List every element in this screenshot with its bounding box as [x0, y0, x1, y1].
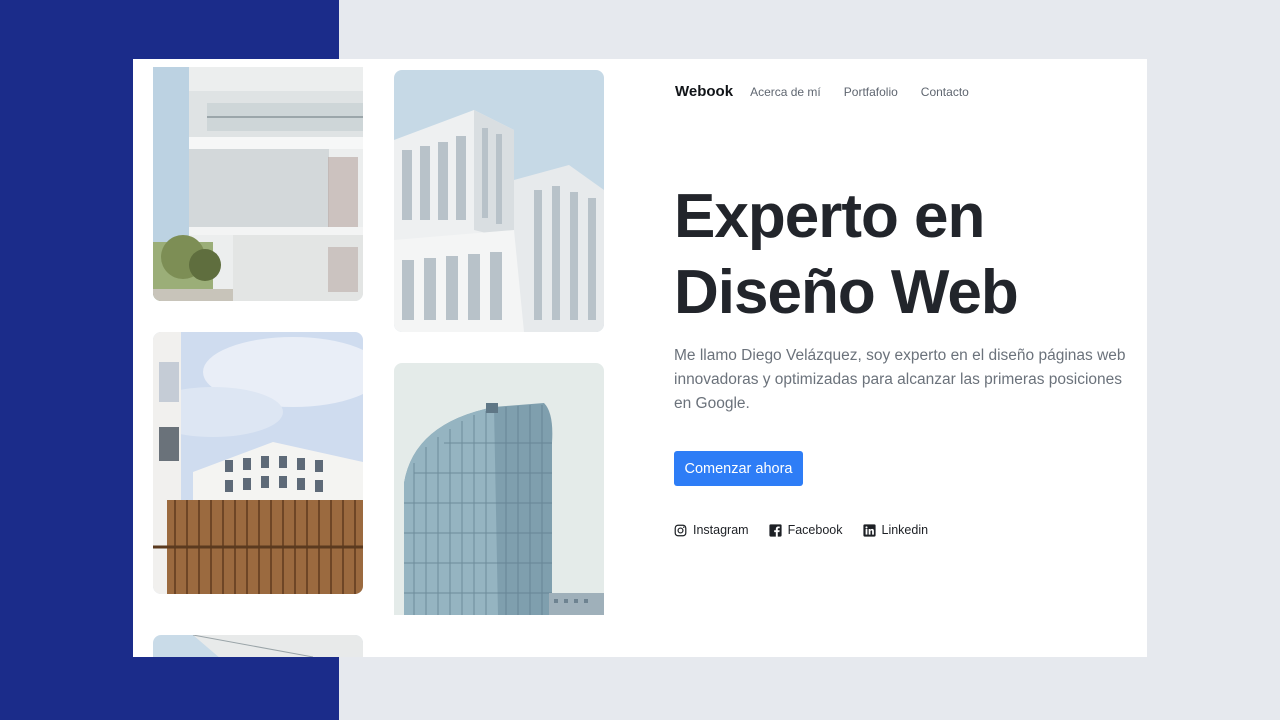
- gallery-photo-white-blocks: [394, 70, 604, 332]
- hero-description: Me llamo Diego Velázquez, soy experto en…: [674, 347, 1126, 412]
- start-now-button[interactable]: Comenzar ahora: [674, 451, 803, 486]
- brand-logo[interactable]: Webook: [675, 83, 733, 100]
- social-label-instagram: Instagram: [693, 523, 749, 537]
- hero-title: Experto en Diseño Web: [674, 179, 1114, 331]
- instagram-icon: [674, 524, 687, 537]
- gallery-photo-balconies: [153, 67, 363, 301]
- gallery-photo-glass-tower: [394, 363, 604, 615]
- gallery-photo-wooden-facade: [153, 332, 363, 594]
- nav-link-contact[interactable]: Contacto: [921, 85, 969, 99]
- nav-link-portfolio[interactable]: Portfafolio: [844, 85, 898, 99]
- landing-card: Webook Acerca de mí Portfafolio Contacto…: [133, 59, 1147, 657]
- social-link-facebook[interactable]: Facebook: [769, 523, 843, 537]
- social-label-facebook: Facebook: [787, 523, 843, 537]
- hero-title-line-2: Diseño Web: [674, 258, 1019, 327]
- social-label-linkedin: Linkedin: [881, 523, 929, 537]
- linkedin-icon: [862, 523, 876, 537]
- nav-link-about[interactable]: Acerca de mí: [750, 85, 821, 99]
- gallery-photo-partial: [153, 635, 363, 657]
- social-links: Instagram Facebook Linkedin: [674, 523, 948, 537]
- social-link-linkedin[interactable]: Linkedin: [862, 523, 929, 537]
- facebook-icon: [769, 523, 782, 537]
- hero-title-line-1: Experto en: [674, 182, 985, 251]
- social-link-instagram[interactable]: Instagram: [674, 523, 749, 537]
- top-navigation: Webook Acerca de mí Portfafolio Contacto: [675, 83, 992, 100]
